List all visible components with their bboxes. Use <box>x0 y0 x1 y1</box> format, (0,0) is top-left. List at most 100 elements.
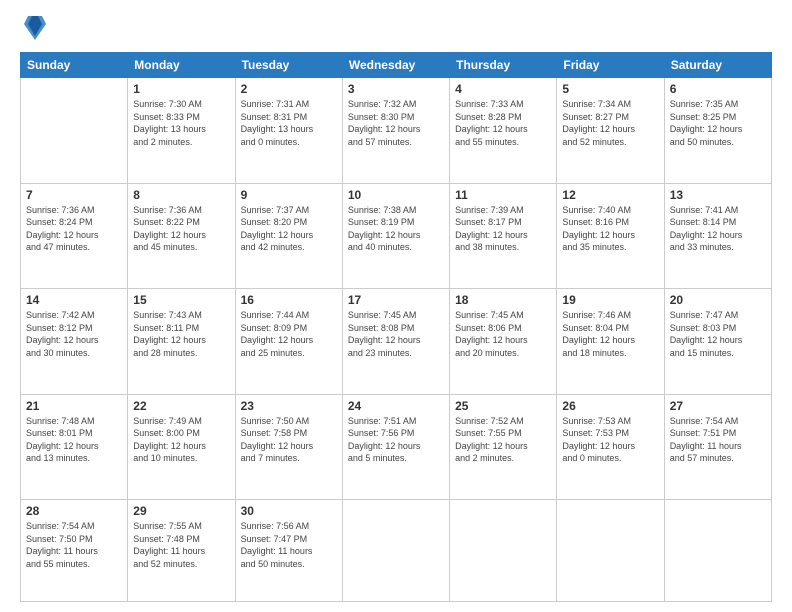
day-info: Sunrise: 7:31 AMSunset: 8:31 PMDaylight:… <box>241 98 337 148</box>
calendar-cell: 12 Sunrise: 7:40 AMSunset: 8:16 PMDayligh… <box>557 183 664 289</box>
calendar-cell: 27 Sunrise: 7:54 AMSunset: 7:51 PMDayligh… <box>664 394 771 500</box>
day-number: 20 <box>670 293 766 307</box>
day-number: 4 <box>455 82 551 96</box>
day-info: Sunrise: 7:44 AMSunset: 8:09 PMDaylight:… <box>241 309 337 359</box>
day-info: Sunrise: 7:53 AMSunset: 7:53 PMDaylight:… <box>562 415 658 465</box>
calendar-cell <box>557 500 664 602</box>
calendar-cell <box>664 500 771 602</box>
day-number: 2 <box>241 82 337 96</box>
day-info: Sunrise: 7:54 AMSunset: 7:51 PMDaylight:… <box>670 415 766 465</box>
week-row-4: 21 Sunrise: 7:48 AMSunset: 8:01 PMDayligh… <box>21 394 772 500</box>
calendar-cell: 2 Sunrise: 7:31 AMSunset: 8:31 PMDaylight… <box>235 78 342 184</box>
calendar-cell: 18 Sunrise: 7:45 AMSunset: 8:06 PMDayligh… <box>450 289 557 395</box>
calendar-cell: 13Sunrise: 7:41 AMSunset: 8:14 PMDayligh… <box>664 183 771 289</box>
weekday-header-monday: Monday <box>128 53 235 78</box>
calendar-cell: 11 Sunrise: 7:39 AMSunset: 8:17 PMDayligh… <box>450 183 557 289</box>
calendar-cell: 7 Sunrise: 7:36 AMSunset: 8:24 PMDaylight… <box>21 183 128 289</box>
day-number: 3 <box>348 82 444 96</box>
weekday-header-sunday: Sunday <box>21 53 128 78</box>
day-info: Sunrise: 7:42 AMSunset: 8:12 PMDaylight:… <box>26 309 122 359</box>
calendar-cell: 10Sunrise: 7:38 AMSunset: 8:19 PMDayligh… <box>342 183 449 289</box>
day-number: 15 <box>133 293 229 307</box>
day-info: Sunrise: 7:38 AMSunset: 8:19 PMDaylight:… <box>348 204 444 254</box>
week-row-1: 1 Sunrise: 7:30 AMSunset: 8:33 PMDaylight… <box>21 78 772 184</box>
day-number: 23 <box>241 399 337 413</box>
calendar-cell: 6 Sunrise: 7:35 AMSunset: 8:25 PMDaylight… <box>664 78 771 184</box>
calendar-cell: 4 Sunrise: 7:33 AMSunset: 8:28 PMDaylight… <box>450 78 557 184</box>
calendar-cell: 20 Sunrise: 7:47 AMSunset: 8:03 PMDayligh… <box>664 289 771 395</box>
day-number: 14 <box>26 293 122 307</box>
calendar-cell: 14 Sunrise: 7:42 AMSunset: 8:12 PMDayligh… <box>21 289 128 395</box>
weekday-header-friday: Friday <box>557 53 664 78</box>
day-info: Sunrise: 7:52 AMSunset: 7:55 PMDaylight:… <box>455 415 551 465</box>
calendar-cell: 5 Sunrise: 7:34 AMSunset: 8:27 PMDaylight… <box>557 78 664 184</box>
day-number: 1 <box>133 82 229 96</box>
day-info: Sunrise: 7:43 AMSunset: 8:11 PMDaylight:… <box>133 309 229 359</box>
calendar-cell <box>21 78 128 184</box>
calendar-cell: 8 Sunrise: 7:36 AMSunset: 8:22 PMDaylight… <box>128 183 235 289</box>
day-number: 18 <box>455 293 551 307</box>
weekday-header-saturday: Saturday <box>664 53 771 78</box>
day-number: 28 <box>26 504 122 518</box>
weekday-header-thursday: Thursday <box>450 53 557 78</box>
day-info: Sunrise: 7:35 AMSunset: 8:25 PMDaylight:… <box>670 98 766 148</box>
day-number: 5 <box>562 82 658 96</box>
day-number: 6 <box>670 82 766 96</box>
calendar-cell: 17 Sunrise: 7:45 AMSunset: 8:08 PMDayligh… <box>342 289 449 395</box>
day-info: Sunrise: 7:48 AMSunset: 8:01 PMDaylight:… <box>26 415 122 465</box>
logo <box>20 18 46 42</box>
day-info: Sunrise: 7:46 AMSunset: 8:04 PMDaylight:… <box>562 309 658 359</box>
calendar-cell: 29 Sunrise: 7:55 AMSunset: 7:48 PMDayligh… <box>128 500 235 602</box>
day-info: Sunrise: 7:33 AMSunset: 8:28 PMDaylight:… <box>455 98 551 148</box>
day-number: 11 <box>455 188 551 202</box>
weekday-header-wednesday: Wednesday <box>342 53 449 78</box>
calendar-cell: 9 Sunrise: 7:37 AMSunset: 8:20 PMDaylight… <box>235 183 342 289</box>
day-info: Sunrise: 7:39 AMSunset: 8:17 PMDaylight:… <box>455 204 551 254</box>
day-info: Sunrise: 7:51 AMSunset: 7:56 PMDaylight:… <box>348 415 444 465</box>
day-number: 8 <box>133 188 229 202</box>
day-info: Sunrise: 7:34 AMSunset: 8:27 PMDaylight:… <box>562 98 658 148</box>
calendar-cell <box>342 500 449 602</box>
calendar-cell <box>450 500 557 602</box>
logo-icon <box>24 14 46 42</box>
calendar-cell: 22 Sunrise: 7:49 AMSunset: 8:00 PMDayligh… <box>128 394 235 500</box>
week-row-3: 14 Sunrise: 7:42 AMSunset: 8:12 PMDayligh… <box>21 289 772 395</box>
calendar: SundayMondayTuesdayWednesdayThursdayFrid… <box>20 52 772 602</box>
day-number: 30 <box>241 504 337 518</box>
day-info: Sunrise: 7:55 AMSunset: 7:48 PMDaylight:… <box>133 520 229 570</box>
day-info: Sunrise: 7:37 AMSunset: 8:20 PMDaylight:… <box>241 204 337 254</box>
day-number: 25 <box>455 399 551 413</box>
day-number: 13 <box>670 188 766 202</box>
day-info: Sunrise: 7:56 AMSunset: 7:47 PMDaylight:… <box>241 520 337 570</box>
day-info: Sunrise: 7:30 AMSunset: 8:33 PMDaylight:… <box>133 98 229 148</box>
day-info: Sunrise: 7:45 AMSunset: 8:06 PMDaylight:… <box>455 309 551 359</box>
day-info: Sunrise: 7:40 AMSunset: 8:16 PMDaylight:… <box>562 204 658 254</box>
calendar-cell: 23 Sunrise: 7:50 AMSunset: 7:58 PMDayligh… <box>235 394 342 500</box>
day-number: 27 <box>670 399 766 413</box>
day-number: 17 <box>348 293 444 307</box>
day-info: Sunrise: 7:32 AMSunset: 8:30 PMDaylight:… <box>348 98 444 148</box>
day-number: 22 <box>133 399 229 413</box>
day-number: 19 <box>562 293 658 307</box>
calendar-cell: 25 Sunrise: 7:52 AMSunset: 7:55 PMDayligh… <box>450 394 557 500</box>
day-number: 21 <box>26 399 122 413</box>
calendar-cell: 3 Sunrise: 7:32 AMSunset: 8:30 PMDaylight… <box>342 78 449 184</box>
calendar-cell: 19 Sunrise: 7:46 AMSunset: 8:04 PMDayligh… <box>557 289 664 395</box>
day-number: 7 <box>26 188 122 202</box>
day-number: 12 <box>562 188 658 202</box>
day-info: Sunrise: 7:47 AMSunset: 8:03 PMDaylight:… <box>670 309 766 359</box>
day-info: Sunrise: 7:36 AMSunset: 8:22 PMDaylight:… <box>133 204 229 254</box>
day-info: Sunrise: 7:36 AMSunset: 8:24 PMDaylight:… <box>26 204 122 254</box>
calendar-cell: 1 Sunrise: 7:30 AMSunset: 8:33 PMDaylight… <box>128 78 235 184</box>
day-number: 16 <box>241 293 337 307</box>
day-number: 9 <box>241 188 337 202</box>
calendar-cell: 21 Sunrise: 7:48 AMSunset: 8:01 PMDayligh… <box>21 394 128 500</box>
calendar-cell: 30 Sunrise: 7:56 AMSunset: 7:47 PMDayligh… <box>235 500 342 602</box>
calendar-cell: 16 Sunrise: 7:44 AMSunset: 8:09 PMDayligh… <box>235 289 342 395</box>
week-row-2: 7 Sunrise: 7:36 AMSunset: 8:24 PMDaylight… <box>21 183 772 289</box>
day-info: Sunrise: 7:50 AMSunset: 7:58 PMDaylight:… <box>241 415 337 465</box>
day-info: Sunrise: 7:49 AMSunset: 8:00 PMDaylight:… <box>133 415 229 465</box>
day-info: Sunrise: 7:45 AMSunset: 8:08 PMDaylight:… <box>348 309 444 359</box>
day-number: 29 <box>133 504 229 518</box>
day-number: 26 <box>562 399 658 413</box>
